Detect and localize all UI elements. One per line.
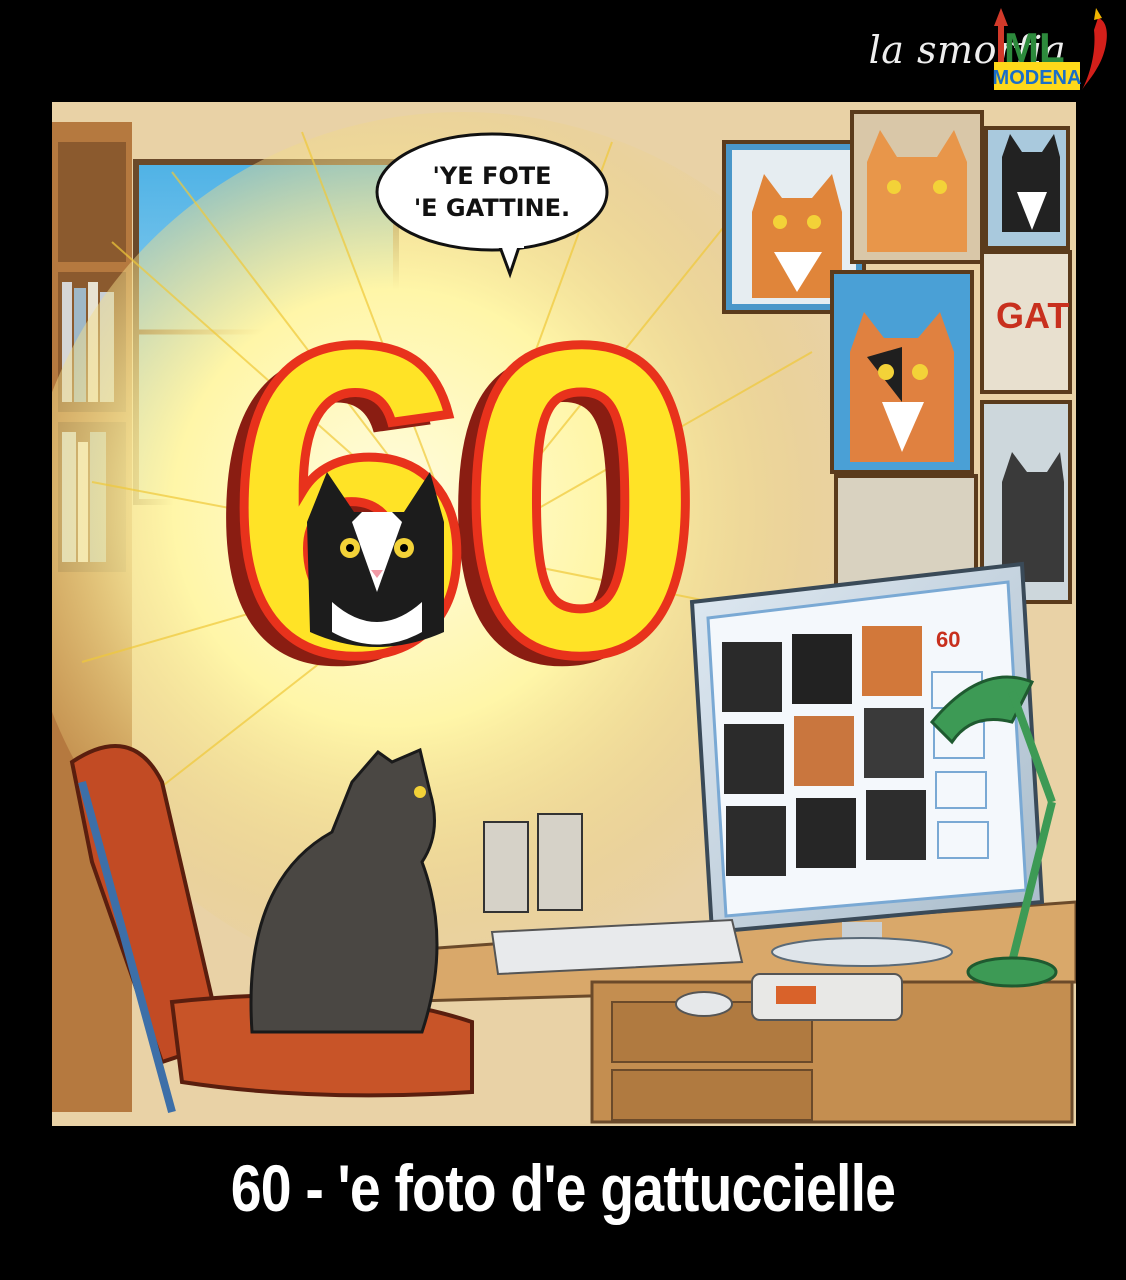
caption-title: 60 - 'e foto d'e gattuccielle (230, 1151, 896, 1225)
computer-monitor: 60 (689, 561, 1045, 967)
giant-number-60: 60 60 (210, 251, 708, 757)
mouse (675, 991, 733, 1017)
illustration-panel: GAT 60 60 'YE (52, 102, 1076, 1126)
number-60: 60 (228, 255, 689, 746)
screen-cat-thumbnails (722, 626, 926, 876)
comic-illustration: GAT 60 60 'YE (52, 102, 1076, 1126)
logo-badge: ML MODENA (993, 8, 1107, 90)
speech-bubble-line-2: 'E GATTINE. (414, 194, 570, 222)
speaker-left (483, 821, 529, 913)
screen-mini-number: 60 (936, 627, 960, 652)
router (751, 973, 903, 1021)
poster-text: GAT (996, 295, 1069, 336)
speaker-right (537, 813, 583, 911)
chili-pepper-icon (1082, 8, 1107, 90)
smorfia-logo: la smorfia ML MODENA (746, 0, 1126, 100)
logo-badge-city: MODENA (993, 67, 1082, 89)
speech-bubble-line-1: 'YE FOTE (432, 162, 551, 190)
